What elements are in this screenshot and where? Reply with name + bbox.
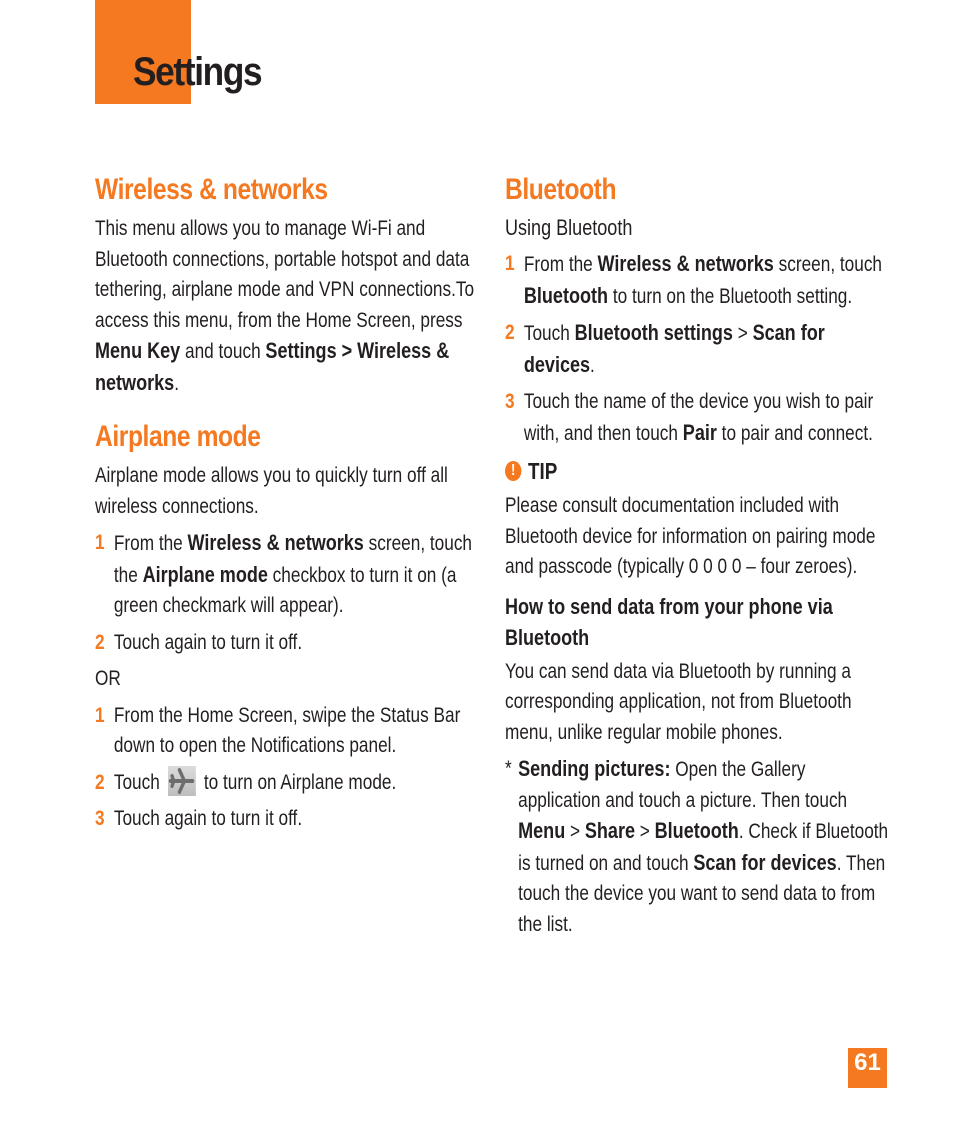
bold-term: Wireless & networks (187, 530, 364, 555)
tip-label: TIP (527, 458, 558, 484)
text: Touch (523, 322, 575, 345)
airplane-icon (167, 765, 196, 796)
airplane-step: 1 From the Home Screen, swipe the Status… (95, 701, 485, 762)
subheading-send-data: How to send data from your phone via Blu… (505, 593, 833, 650)
left-column: Wireless & networks This menu allows you… (95, 170, 485, 835)
text: > (565, 820, 585, 843)
bold-term: Sending pictures: (518, 756, 671, 781)
text: Touch (113, 770, 160, 794)
bluetooth-step: 3 Touch the name of the device you wish … (505, 387, 890, 449)
page-number: 61 (848, 1048, 887, 1088)
step-number: 3 (505, 390, 515, 413)
send-data-intro: You can send data via Bluetooth by runni… (505, 659, 852, 744)
menu-key-label: Menu Key (95, 338, 181, 363)
bold-term: Scan for devices (693, 849, 837, 875)
text: From the (113, 532, 188, 555)
text: to pair and connect. (716, 421, 873, 445)
text: Touch again to turn it off. (113, 807, 303, 830)
text: > (732, 322, 753, 345)
airplane-intro: Airplane mode allows you to quickly turn… (95, 464, 448, 518)
airplane-step: 2 Touch again to turn it off. (95, 628, 485, 659)
text: and touch (180, 340, 266, 363)
bold-term: Wireless & networks (597, 251, 774, 276)
sending-pictures-bullet: * Sending pictures: Open the Gallery app… (505, 754, 890, 940)
step-number: 3 (95, 807, 105, 830)
subheading-using-bluetooth: Using Bluetooth (505, 215, 633, 240)
bold-term: Pair (682, 419, 717, 445)
text: to turn on the Bluetooth setting. (608, 284, 853, 308)
step-number: 1 (95, 531, 105, 554)
section-heading-wireless: Wireless & networks (95, 173, 328, 206)
airplane-step: 1 From the Wireless & networks screen, t… (95, 528, 485, 622)
step-number: 1 (505, 252, 515, 275)
section-heading-airplane: Airplane mode (95, 420, 261, 453)
or-separator: OR (95, 667, 121, 690)
text: . (174, 371, 179, 395)
text: Touch again to turn it off. (113, 630, 303, 654)
step-number: 1 (95, 703, 105, 727)
section-heading-bluetooth: Bluetooth (505, 173, 617, 206)
bold-term: Airplane mode (142, 561, 268, 587)
text: From the Home Screen, swipe the Status B… (113, 703, 461, 758)
step-number: 2 (505, 321, 515, 344)
text: to turn on Airplane mode. (203, 770, 397, 794)
tip-header: ! TIP (505, 455, 890, 487)
text: From the (523, 253, 598, 276)
bold-term: Share (584, 818, 636, 843)
bold-term: Menu (518, 818, 566, 843)
exclamation-icon: ! (505, 461, 522, 481)
text: > (635, 820, 655, 843)
step-number: 2 (95, 630, 105, 654)
right-column: Bluetooth Using Bluetooth 1 From the Wir… (505, 170, 890, 940)
airplane-step: 2 Touch to turn on Airplane mode. (95, 765, 485, 799)
tip-text: Please consult documentation included wi… (505, 494, 876, 578)
text: This menu allows you to manage Wi-Fi and… (95, 217, 475, 332)
text: screen, touch (773, 253, 883, 276)
bluetooth-step: 1 From the Wireless & networks screen, t… (505, 249, 890, 312)
bluetooth-step: 2 Touch Bluetooth settings > Scan for de… (505, 318, 890, 381)
bold-term: Bluetooth (523, 282, 609, 308)
wireless-intro: This menu allows you to manage Wi-Fi and… (95, 214, 485, 399)
bold-term: Bluetooth (654, 818, 739, 843)
bullet-star: * (505, 757, 512, 780)
text: . (590, 353, 595, 377)
airplane-step: 3 Touch again to turn it off. (95, 804, 485, 835)
step-number: 2 (95, 770, 105, 794)
page-title: Settings (133, 50, 263, 94)
bold-term: Bluetooth settings (574, 320, 733, 345)
